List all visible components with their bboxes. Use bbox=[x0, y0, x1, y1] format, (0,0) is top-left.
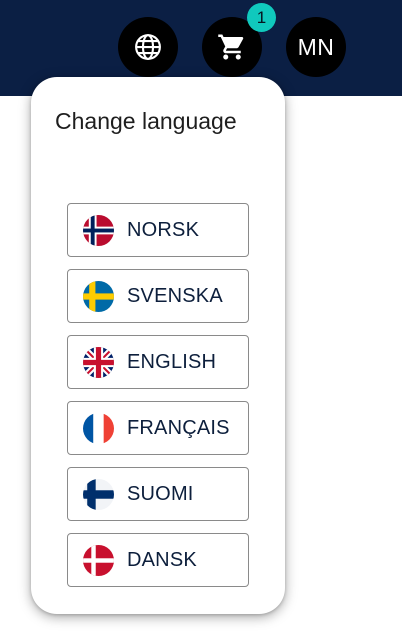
uk-flag-icon bbox=[83, 347, 114, 378]
language-label: DANSK bbox=[127, 549, 197, 571]
norway-flag-icon bbox=[83, 215, 114, 246]
shopping-cart-icon bbox=[218, 34, 244, 60]
denmark-flag-icon bbox=[83, 545, 114, 576]
language-option-english[interactable]: ENGLISH bbox=[67, 335, 249, 389]
france-flag-icon bbox=[83, 413, 114, 444]
language-option-francais[interactable]: FRANÇAIS bbox=[67, 401, 249, 455]
language-label: FRANÇAIS bbox=[127, 417, 230, 439]
language-option-svenska[interactable]: SVENSKA bbox=[67, 269, 249, 323]
sweden-flag-icon bbox=[83, 281, 114, 312]
globe-icon bbox=[135, 34, 161, 60]
user-avatar-button[interactable]: MN bbox=[286, 17, 346, 77]
language-label: NORSK bbox=[127, 219, 200, 241]
panel-title: Change language bbox=[55, 108, 237, 134]
language-list: NORSK SVENSKA ENGLISH FRANÇAIS SUOMI DAN… bbox=[67, 203, 249, 599]
language-label: SVENSKA bbox=[127, 285, 223, 307]
language-button[interactable] bbox=[118, 17, 178, 77]
language-option-suomi[interactable]: SUOMI bbox=[67, 467, 249, 521]
finland-flag-icon bbox=[83, 479, 114, 510]
user-initials: MN bbox=[297, 33, 335, 60]
language-label: ENGLISH bbox=[127, 351, 217, 373]
cart-count-badge: 1 bbox=[247, 3, 276, 32]
language-dropdown-panel: Change language NORSK SVENSKA ENGLISH FR… bbox=[31, 77, 285, 614]
language-option-dansk[interactable]: DANSK bbox=[67, 533, 249, 587]
language-option-norsk[interactable]: NORSK bbox=[67, 203, 249, 257]
language-label: SUOMI bbox=[127, 483, 194, 505]
